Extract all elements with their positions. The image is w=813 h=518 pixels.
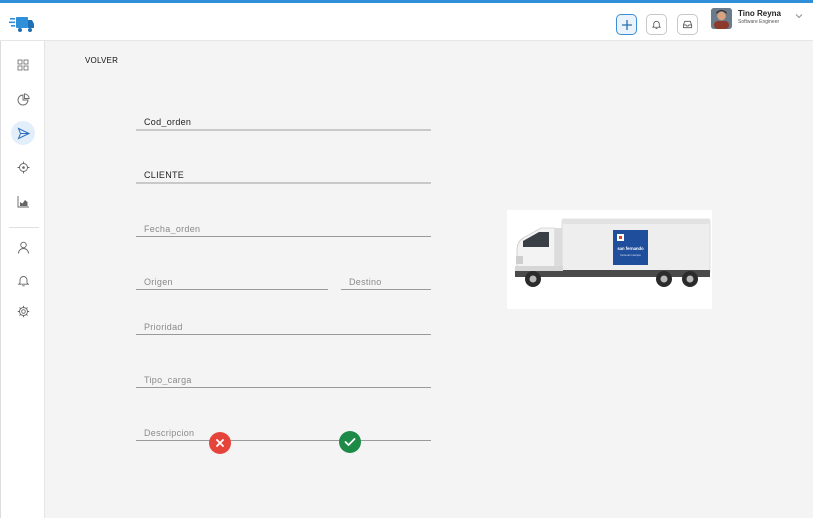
inbox-button[interactable] xyxy=(677,14,698,35)
prioridad-input[interactable] xyxy=(136,322,431,332)
chevron-down-icon[interactable] xyxy=(795,12,803,20)
cliente-input[interactable] xyxy=(136,170,431,180)
target-icon xyxy=(17,161,29,173)
pie-chart-icon xyxy=(17,92,30,105)
back-link[interactable]: VOLVER xyxy=(85,56,118,65)
grid-icon xyxy=(17,59,29,71)
origen-field xyxy=(136,270,328,290)
inbox-icon xyxy=(682,20,693,29)
destino-field xyxy=(341,270,431,290)
gear-icon xyxy=(17,305,29,317)
cod-orden-field xyxy=(136,111,431,131)
send-icon xyxy=(17,126,30,140)
sidebar-item-settings[interactable] xyxy=(11,299,35,323)
tipo-carga-input[interactable] xyxy=(136,375,431,385)
avatar[interactable] xyxy=(711,8,732,29)
notifications-button[interactable] xyxy=(646,14,667,35)
sidebar-item-analytics[interactable] xyxy=(11,189,35,213)
sidebar-item-tracking[interactable] xyxy=(11,155,35,179)
sidebar-item-dashboard[interactable] xyxy=(11,53,35,77)
plus-icon xyxy=(621,19,632,30)
sidebar-divider xyxy=(9,227,39,228)
sidebar-item-profile[interactable] xyxy=(11,235,35,259)
descripcion-field xyxy=(136,421,431,441)
sidebar-item-orders[interactable] xyxy=(11,121,35,145)
bell-icon xyxy=(651,20,662,29)
sidebar xyxy=(0,41,45,518)
top-bar: Tino Reyna Software Engineer xyxy=(0,0,813,41)
bell-icon xyxy=(17,275,29,286)
origen-input[interactable] xyxy=(136,277,328,287)
user-icon xyxy=(17,241,29,254)
x-icon xyxy=(216,439,224,447)
truck-image: san fernando Cerca de ti siempre xyxy=(507,210,712,309)
confirm-button[interactable] xyxy=(339,431,361,453)
user-role: Software Engineer xyxy=(738,19,780,25)
tipo-carga-field xyxy=(136,368,431,388)
add-button[interactable] xyxy=(616,14,637,35)
truck-logo-icon[interactable] xyxy=(9,14,35,34)
fecha-orden-input[interactable] xyxy=(136,224,431,234)
cod-orden-input[interactable] xyxy=(136,117,431,127)
cliente-field xyxy=(136,164,431,184)
fecha-orden-field xyxy=(136,217,431,237)
sidebar-item-notifications[interactable] xyxy=(11,268,35,292)
user-name: Tino Reyna xyxy=(738,9,781,18)
cancel-button[interactable] xyxy=(209,432,231,454)
brand-name: san fernando xyxy=(617,246,644,251)
bar-chart-icon xyxy=(17,195,29,207)
descripcion-input[interactable] xyxy=(136,428,431,438)
check-icon xyxy=(344,438,356,446)
prioridad-field xyxy=(136,315,431,335)
destino-input[interactable] xyxy=(341,277,431,287)
brand-tagline: Cerca de ti siempre xyxy=(620,254,641,257)
sidebar-item-reports[interactable] xyxy=(11,87,35,111)
